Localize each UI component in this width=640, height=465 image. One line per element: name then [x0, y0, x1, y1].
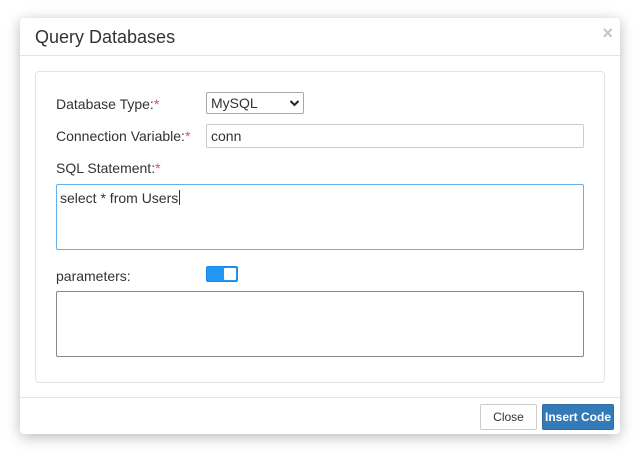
sql-statement-label: SQL Statement:* [56, 160, 161, 176]
required-mark: * [153, 96, 160, 112]
parameters-textarea[interactable] [56, 291, 584, 357]
database-type-label: Database Type:* [56, 96, 159, 112]
database-type-select[interactable]: MySQL [206, 92, 304, 114]
toggle-knob [224, 268, 236, 280]
dialog-title: Query Databases [35, 27, 176, 47]
database-type-label-text: Database Type: [56, 96, 154, 112]
text-caret [179, 190, 181, 205]
insert-code-button[interactable]: Insert Code [542, 404, 614, 430]
sql-statement-textarea[interactable]: select * from Users [56, 184, 584, 250]
connection-variable-value: conn [211, 128, 242, 144]
database-type-selected-value: MySQL [211, 95, 258, 111]
dialog-header: Query Databases × [20, 18, 620, 56]
sql-statement-label-text: SQL Statement: [56, 160, 156, 176]
connection-variable-label: Connection Variable:* [56, 128, 190, 144]
connection-variable-label-text: Connection Variable: [56, 128, 185, 144]
chevron-down-icon [289, 100, 300, 107]
connection-variable-input[interactable]: conn [206, 124, 584, 148]
required-mark: * [184, 128, 191, 144]
dialog-footer: Close Insert Code [20, 397, 620, 435]
sql-statement-value: select * from Users [60, 190, 181, 206]
close-button[interactable]: Close [480, 404, 537, 430]
required-mark: * [155, 160, 161, 176]
parameters-label: parameters: [56, 268, 131, 284]
query-databases-dialog: Query Databases × Database Type:* MySQL … [20, 18, 620, 434]
sql-statement-text: select * from Users [60, 190, 179, 206]
parameters-toggle[interactable] [206, 266, 238, 282]
close-icon[interactable]: × [602, 24, 613, 42]
